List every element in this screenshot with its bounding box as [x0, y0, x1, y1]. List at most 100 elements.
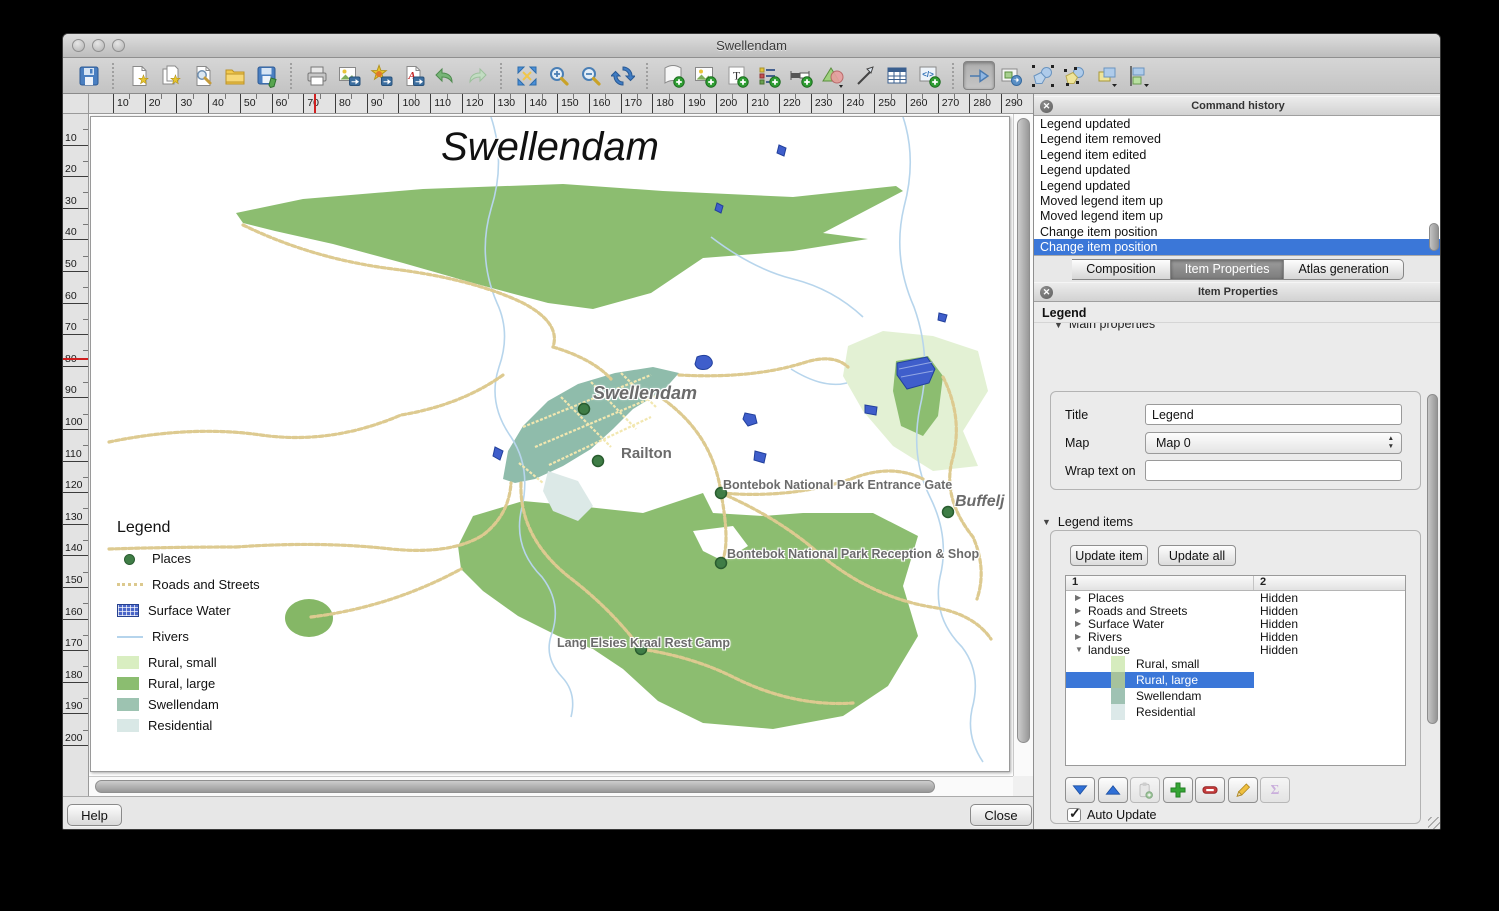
redo-button[interactable]: [461, 61, 493, 90]
title-field-input[interactable]: [1145, 404, 1402, 425]
add-attribute-table-button[interactable]: [881, 61, 913, 90]
add-scalebar-button[interactable]: [785, 61, 817, 90]
auto-update-checkbox-row[interactable]: Auto Update: [1067, 808, 1157, 822]
panel-tab[interactable]: Composition: [1072, 259, 1170, 280]
print-button[interactable]: [301, 61, 333, 90]
composition-canvas[interactable]: Swellendam Swellendam Railton Bontebok N…: [89, 114, 1013, 776]
command-history-title: Command history: [1034, 100, 1441, 112]
remove-item-button[interactable]: [1195, 777, 1225, 803]
add-item-button[interactable]: [1163, 777, 1193, 803]
add-html-frame-button[interactable]: </>: [913, 61, 945, 90]
ungroup-items-button[interactable]: [1059, 61, 1091, 90]
tree-row[interactable]: Swellendam: [1066, 688, 1405, 704]
checkbox-checked-icon[interactable]: [1067, 808, 1081, 822]
undo-button[interactable]: [429, 61, 461, 90]
zoom-in-button[interactable]: [543, 61, 575, 90]
command-history-item[interactable]: Moved legend item up: [1034, 193, 1441, 208]
item-count-button[interactable]: Σ: [1260, 777, 1290, 803]
select-move-item-button[interactable]: [963, 61, 995, 90]
command-history-item[interactable]: Legend item edited: [1034, 147, 1441, 162]
tree-row[interactable]: ▼ landuse Hidden: [1066, 643, 1405, 656]
zoom-full-button[interactable]: [511, 61, 543, 90]
add-arrow-button[interactable]: [849, 61, 881, 90]
command-history-scrollbar[interactable]: [1429, 118, 1440, 252]
command-history-item[interactable]: Moved legend item up: [1034, 208, 1441, 223]
panel-tab[interactable]: Item Properties: [1171, 259, 1285, 280]
layer-swatch: [1111, 672, 1125, 688]
move-item-content-button[interactable]: [995, 61, 1027, 90]
add-label-button[interactable]: T: [721, 61, 753, 90]
expander-arrow-icon[interactable]: ▶: [1075, 619, 1088, 628]
legend-items-tree: 1 2 ▶ Places Hidden: [1065, 575, 1406, 766]
command-history-scroll-thumb[interactable]: [1429, 223, 1439, 251]
command-history-item[interactable]: Legend updated: [1034, 178, 1441, 193]
tree-row[interactable]: ▶ Roads and Streets Hidden: [1066, 604, 1405, 617]
map-select-dropdown[interactable]: Map 0 ▲▼: [1145, 432, 1402, 454]
export-as-image-button[interactable]: [333, 61, 365, 90]
toolbar: A T </>: [63, 58, 1440, 94]
map-title-label: Swellendam: [91, 125, 1009, 170]
expander-arrow-icon[interactable]: ▶: [1075, 632, 1088, 641]
right-panel: ✕ Command history Legend updatedLegend i…: [1033, 94, 1441, 830]
expander-arrow-icon[interactable]: ▼: [1075, 645, 1088, 654]
align-items-button[interactable]: [1123, 61, 1155, 90]
ruler-tick-label: 120: [63, 462, 88, 494]
tree-row[interactable]: ▶ Places Hidden: [1066, 591, 1405, 604]
tree-column-1-header[interactable]: 1: [1066, 576, 1254, 590]
main-properties-section[interactable]: ▼Main properties: [1034, 323, 1441, 334]
wrap-text-input[interactable]: [1145, 460, 1402, 481]
composition-manager-button[interactable]: [187, 61, 219, 90]
update-all-button[interactable]: Update all: [1158, 545, 1236, 566]
tree-row[interactable]: ▶ Rivers Hidden: [1066, 630, 1405, 643]
horizontal-scroll-thumb[interactable]: [95, 780, 935, 793]
save-as-template-button[interactable]: [251, 61, 283, 90]
window-title: Swellendam: [63, 38, 1440, 53]
map-legend-item[interactable]: Legend Places Roads and Streets: [117, 519, 307, 739]
move-item-up-button[interactable]: [1098, 777, 1128, 803]
save-project-button[interactable]: [73, 61, 105, 90]
tree-row[interactable]: ▶ Surface Water Hidden: [1066, 617, 1405, 630]
command-history-item[interactable]: Legend updated: [1034, 162, 1441, 177]
command-history-item[interactable]: Legend item removed: [1034, 131, 1441, 146]
close-button[interactable]: Close: [970, 804, 1032, 826]
item-properties-scrollbar[interactable]: [1427, 366, 1439, 830]
add-shape-button[interactable]: [817, 61, 849, 90]
expander-arrow-icon[interactable]: ▶: [1075, 593, 1088, 602]
export-as-svg-button[interactable]: [365, 61, 397, 90]
tree-row[interactable]: Residential: [1066, 704, 1405, 720]
duplicate-composition-button[interactable]: [155, 61, 187, 90]
map-legend-row: Roads and Streets: [117, 577, 307, 592]
legend-items-section[interactable]: ▼ Legend items: [1042, 515, 1133, 529]
command-history-item[interactable]: Legend updated: [1034, 116, 1441, 131]
update-item-button[interactable]: Update item: [1070, 545, 1148, 566]
add-new-map-button[interactable]: [657, 61, 689, 90]
raise-items-button[interactable]: [1091, 61, 1123, 90]
canvas-vertical-scrollbar[interactable]: [1013, 114, 1033, 776]
load-from-template-button[interactable]: [219, 61, 251, 90]
expander-arrow-icon[interactable]: ▶: [1075, 606, 1088, 615]
command-history-item[interactable]: Change item position: [1034, 239, 1441, 254]
item-properties-scroll-thumb[interactable]: [1427, 394, 1438, 724]
help-button[interactable]: Help: [67, 804, 122, 826]
export-as-pdf-button[interactable]: A: [397, 61, 429, 90]
command-history-item[interactable]: Change item position: [1034, 224, 1441, 239]
composition-paper[interactable]: Swellendam Swellendam Railton Bontebok N…: [90, 116, 1010, 772]
edit-item-button[interactable]: [1228, 777, 1258, 803]
refresh-view-button[interactable]: [607, 61, 639, 90]
add-group-button[interactable]: [1130, 777, 1160, 803]
add-legend-button[interactable]: [753, 61, 785, 90]
group-items-button[interactable]: [1027, 61, 1059, 90]
tree-row-status: Hidden: [1254, 643, 1298, 657]
add-image-button[interactable]: [689, 61, 721, 90]
panel-tabs: CompositionItem PropertiesAtlas generati…: [1034, 256, 1441, 282]
window-resize-grip[interactable]: [1428, 817, 1441, 830]
tree-column-2-header[interactable]: 2: [1254, 576, 1266, 590]
tree-row[interactable]: Rural, large: [1066, 672, 1405, 688]
tree-row[interactable]: Rural, small: [1066, 656, 1405, 672]
panel-tab[interactable]: Atlas generation: [1284, 259, 1403, 280]
vertical-scroll-thumb[interactable]: [1017, 118, 1030, 743]
canvas-horizontal-scrollbar[interactable]: [89, 776, 1013, 796]
zoom-out-button[interactable]: [575, 61, 607, 90]
new-composition-button[interactable]: [123, 61, 155, 90]
move-item-down-button[interactable]: [1065, 777, 1095, 803]
